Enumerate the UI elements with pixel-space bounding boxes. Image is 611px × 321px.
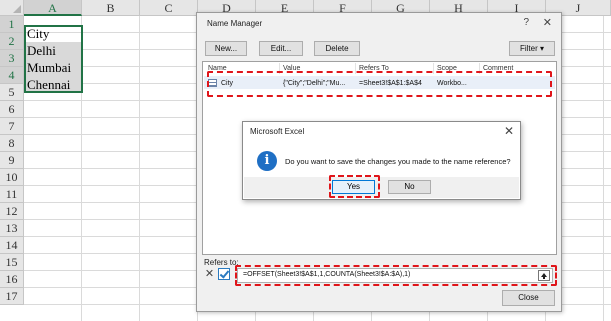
no-button[interactable]: No: [388, 180, 431, 194]
message-text: Do you want to save the changes you made…: [285, 157, 511, 166]
row-header-16[interactable]: 16: [0, 271, 24, 288]
dialog-title: Name Manager: [207, 19, 263, 28]
row-header-1[interactable]: 1: [0, 16, 24, 33]
refers-to-label: Refers to:: [204, 258, 239, 267]
refers-to-highlight-annotation: [235, 265, 557, 286]
row-header-13[interactable]: 13: [0, 220, 24, 237]
close-icon[interactable]: ✕: [504, 124, 514, 138]
yes-highlight-annotation: [329, 175, 380, 198]
row-header-5[interactable]: 5: [0, 84, 24, 101]
delete-button[interactable]: Delete: [314, 41, 360, 56]
row-header-11[interactable]: 11: [0, 186, 24, 203]
row-header-2[interactable]: 2: [0, 33, 24, 50]
row-header-9[interactable]: 9: [0, 152, 24, 169]
row-header-4[interactable]: 4: [0, 67, 24, 84]
info-icon: i: [257, 151, 277, 171]
row-header-14[interactable]: 14: [0, 237, 24, 254]
row-highlight-annotation: [207, 71, 552, 97]
help-button[interactable]: ?: [523, 17, 529, 28]
cancel-edit-icon[interactable]: ✕: [204, 269, 215, 280]
filter-button[interactable]: Filter ▾: [509, 41, 555, 56]
close-icon[interactable]: ✕: [543, 16, 552, 29]
row-header-7[interactable]: 7: [0, 118, 24, 135]
row-header-15[interactable]: 15: [0, 254, 24, 271]
selection-outline: [24, 25, 83, 93]
row-header-3[interactable]: 3: [0, 50, 24, 67]
row-header-6[interactable]: 6: [0, 101, 24, 118]
row-header-8[interactable]: 8: [0, 135, 24, 152]
row-header-10[interactable]: 10: [0, 169, 24, 186]
button-bar: [244, 177, 519, 198]
save-changes-message-box: Microsoft Excel ✕ i Do you want to save …: [242, 121, 521, 200]
chevron-down-icon: ▾: [540, 44, 545, 53]
column-header-c[interactable]: C: [140, 0, 198, 16]
filter-label: Filter: [519, 44, 538, 53]
row-header-17[interactable]: 17: [0, 288, 24, 305]
row-header-12[interactable]: 12: [0, 203, 24, 220]
close-button[interactable]: Close: [502, 290, 555, 306]
column-header-a[interactable]: A: [24, 0, 82, 16]
confirm-edit-icon[interactable]: [218, 268, 230, 280]
new-button[interactable]: New...: [205, 41, 247, 56]
message-box-title: Microsoft Excel: [250, 127, 305, 136]
edit-button[interactable]: Edit...: [259, 41, 303, 56]
column-header-b[interactable]: B: [82, 0, 140, 16]
select-all-corner[interactable]: [0, 0, 24, 16]
